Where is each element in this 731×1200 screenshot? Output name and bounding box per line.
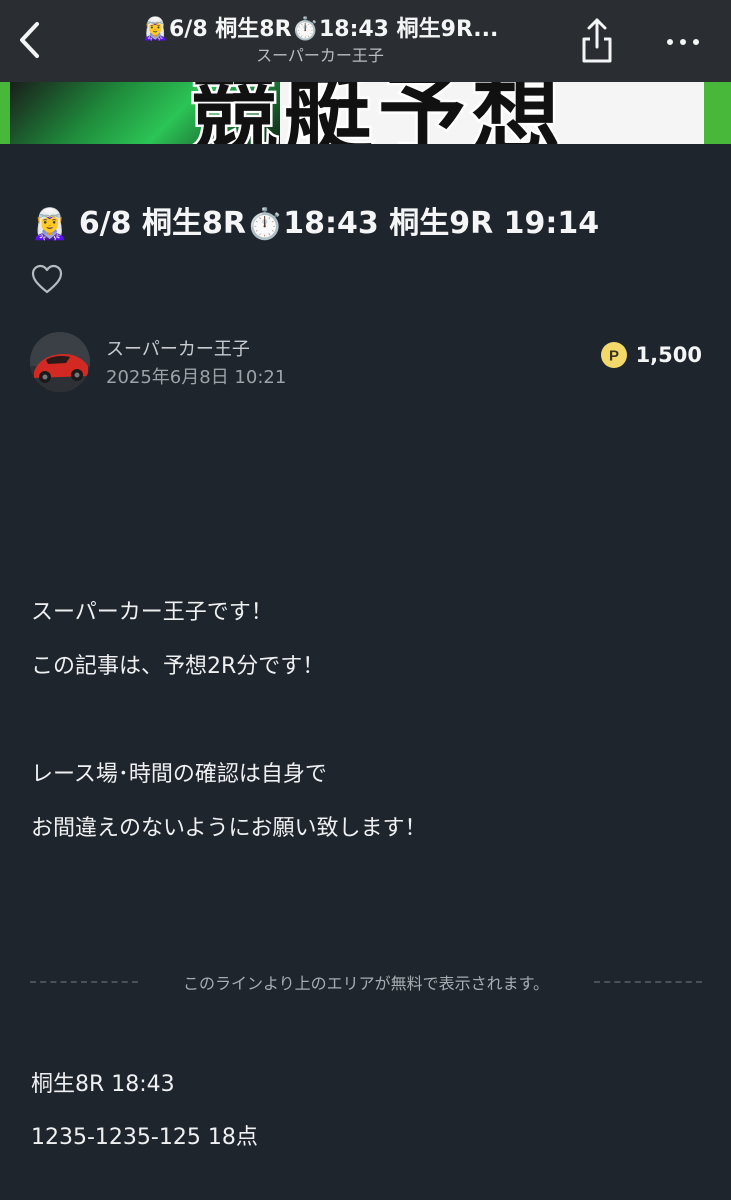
like-button[interactable] [30,263,64,295]
more-horizontal-icon [667,39,699,45]
author-row: スーパーカー王子 2025年6月8日 10:21 P 1,500 [30,332,702,394]
header-banner-text: 競艇予想 [187,82,567,144]
author-name[interactable]: スーパーカー王子 [106,335,250,361]
paid-line: 1235-1235-125 18点 [31,1125,258,1150]
navbar-subtitle: スーパーカー王子 [256,46,384,65]
header-image: 競艇予想 [0,82,731,144]
article-title-part-2: 18:43 桐生9R 19:14 [283,206,600,241]
price-value: 1,500 [635,343,702,367]
author-avatar[interactable] [30,332,90,392]
heart-outline-icon [31,264,63,294]
paragraph: お間違えのないようにお願い致します！ [31,816,427,841]
header-banner-edge [704,82,731,144]
paragraph: スーパーカー王子です！ [31,600,273,625]
navbar-titles: 🧝‍♀️6/8 桐生8R⏱️18:43 桐生9R... スーパーカー王子 [110,14,530,66]
top-navigation-bar: 🧝‍♀️6/8 桐生8R⏱️18:43 桐生9R... スーパーカー王子 [0,0,731,82]
fairy-emoji: 🧝‍♀️ [31,206,69,242]
coin-letter: P [609,348,619,365]
navbar-title: 🧝‍♀️6/8 桐生8R⏱️18:43 桐生9R... [141,17,499,42]
paragraph: レース場･時間の確認は自身で [31,762,327,787]
post-date: 2025年6月8日 10:21 [106,367,287,388]
point-coin-icon: P [600,342,627,368]
price-badge: P 1,500 [600,340,702,370]
share-button[interactable] [574,14,620,66]
back-button[interactable] [10,16,50,64]
paragraph: この記事は、予想2R分です！ [31,654,325,679]
more-options-button[interactable] [660,22,706,62]
stopwatch-emoji: ⏱️ [245,206,284,242]
chevron-left-icon [20,22,39,58]
article-title: 🧝‍♀️ 6/8 桐生8R⏱️18:43 桐生9R 19:14 [31,200,711,249]
share-icon [582,18,612,63]
paywall-line-right [594,981,702,983]
article-title-part-1: 6/8 桐生8R [78,206,246,241]
paywall-divider: このラインより上のエリアが無料で表示されます。 [30,968,702,996]
paid-line: 桐生8R 18:43 [31,1072,175,1097]
avatar-car-image [30,332,90,392]
